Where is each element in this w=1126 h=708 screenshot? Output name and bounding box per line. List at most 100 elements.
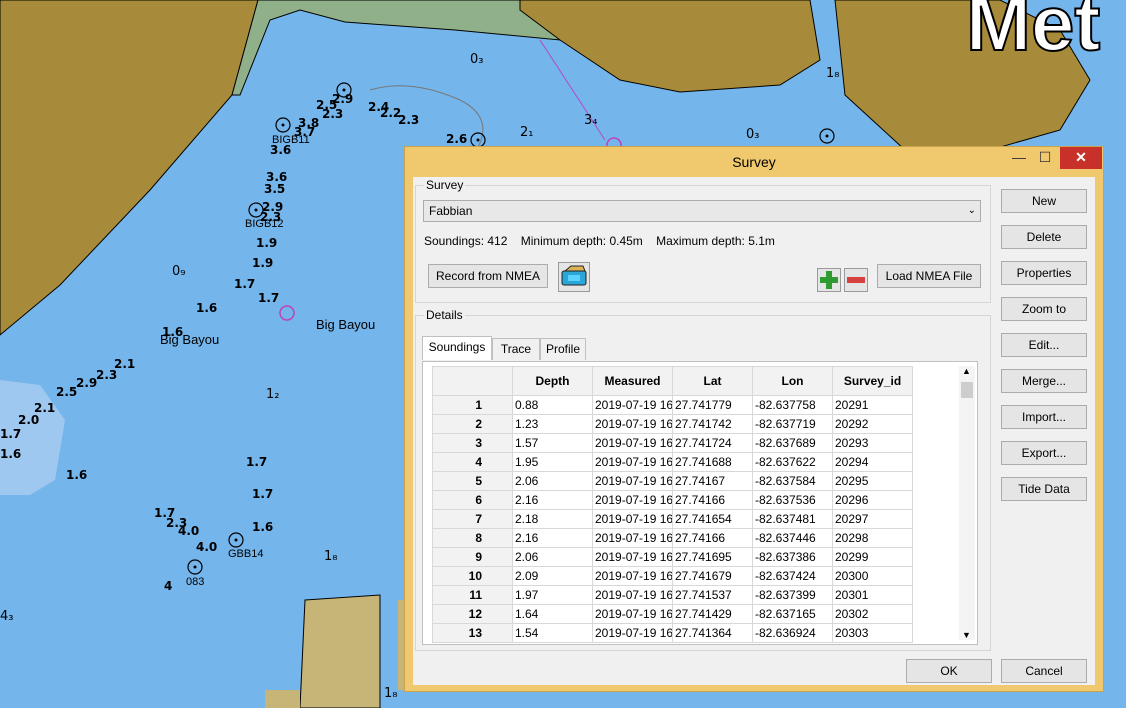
table-row[interactable]: 10 2.09 2019-07-19 16: 27.741679 -82.637424 2…	[432, 566, 951, 586]
soundings-table[interactable]: Depth Measured Lat Lon Survey_id 1 0.88 20…	[432, 366, 951, 643]
row-header[interactable]: 11	[432, 585, 513, 605]
cell-measured[interactable]: 2019-07-19 16:	[592, 528, 673, 548]
add-survey-button[interactable]	[817, 268, 841, 292]
cell-lat[interactable]: 27.741679	[672, 566, 753, 586]
cell-lon[interactable]: -82.637689	[752, 433, 833, 453]
tide-data-button[interactable]: Tide Data	[1001, 477, 1087, 501]
cell-survey-id[interactable]: 20301	[832, 585, 913, 605]
minimize-button[interactable]: —	[1006, 147, 1032, 169]
cell-measured[interactable]: 2019-07-19 16:	[592, 395, 673, 415]
cell-measured[interactable]: 2019-07-19 16:	[592, 604, 673, 624]
row-header[interactable]: 13	[432, 623, 513, 643]
cell-depth[interactable]: 2.06	[512, 547, 593, 567]
cell-depth[interactable]: 1.95	[512, 452, 593, 472]
vertical-scrollbar[interactable]: ▲ ▼	[959, 366, 975, 640]
table-row[interactable]: 6 2.16 2019-07-19 16: 27.74166 -82.637536 202…	[432, 490, 951, 510]
table-row[interactable]: 3 1.57 2019-07-19 16: 27.741724 -82.637689 20…	[432, 433, 951, 453]
row-header[interactable]: 9	[432, 547, 513, 567]
cell-depth[interactable]: 1.54	[512, 623, 593, 643]
row-header[interactable]: 10	[432, 566, 513, 586]
cell-survey-id[interactable]: 20300	[832, 566, 913, 586]
title-bar[interactable]: Survey — ☐ ✕	[405, 147, 1103, 177]
cell-lat[interactable]: 27.741429	[672, 604, 753, 624]
cell-lon[interactable]: -82.637481	[752, 509, 833, 529]
close-button[interactable]: ✕	[1060, 147, 1102, 169]
record-nmea-button[interactable]: Record from NMEA	[428, 264, 548, 288]
cell-survey-id[interactable]: 20303	[832, 623, 913, 643]
column-header-survey-id[interactable]: Survey_id	[832, 366, 913, 396]
cell-measured[interactable]: 2019-07-19 16:	[592, 566, 673, 586]
cell-lat[interactable]: 27.74167	[672, 471, 753, 491]
export-button[interactable]: Export...	[1001, 441, 1087, 465]
remove-survey-button[interactable]	[844, 268, 868, 292]
row-header[interactable]: 2	[432, 414, 513, 434]
cell-lat[interactable]: 27.741364	[672, 623, 753, 643]
cell-survey-id[interactable]: 20294	[832, 452, 913, 472]
cell-lat[interactable]: 27.741779	[672, 395, 753, 415]
load-nmea-button[interactable]: Load NMEA File	[877, 264, 981, 288]
column-header-lon[interactable]: Lon	[752, 366, 833, 396]
merge-button[interactable]: Merge...	[1001, 369, 1087, 393]
cell-lon[interactable]: -82.637399	[752, 585, 833, 605]
cell-lon[interactable]: -82.637424	[752, 566, 833, 586]
properties-button[interactable]: Properties	[1001, 261, 1087, 285]
cell-lat[interactable]: 27.741695	[672, 547, 753, 567]
cell-lat[interactable]: 27.741537	[672, 585, 753, 605]
survey-select[interactable]: Fabbian ⌄	[423, 200, 981, 222]
table-row[interactable]: 4 1.95 2019-07-19 16: 27.741688 -82.637622 20…	[432, 452, 951, 472]
new-button[interactable]: New	[1001, 189, 1087, 213]
cell-measured[interactable]: 2019-07-19 16:	[592, 547, 673, 567]
edit-button[interactable]: Edit...	[1001, 333, 1087, 357]
table-row[interactable]: 8 2.16 2019-07-19 16: 27.74166 -82.637446 202…	[432, 528, 951, 548]
zoom-to-button[interactable]: Zoom to	[1001, 297, 1087, 321]
column-header-depth[interactable]: Depth	[512, 366, 593, 396]
delete-button[interactable]: Delete	[1001, 225, 1087, 249]
table-row[interactable]: 11 1.97 2019-07-19 16: 27.741537 -82.637399 2…	[432, 585, 951, 605]
row-header[interactable]: 7	[432, 509, 513, 529]
cell-survey-id[interactable]: 20292	[832, 414, 913, 434]
import-button[interactable]: Import...	[1001, 405, 1087, 429]
cell-lon[interactable]: -82.636924	[752, 623, 833, 643]
cell-survey-id[interactable]: 20298	[832, 528, 913, 548]
tab-trace[interactable]: Trace	[492, 338, 540, 360]
cell-lat[interactable]: 27.741654	[672, 509, 753, 529]
tab-soundings[interactable]: Soundings	[422, 336, 492, 360]
cell-lon[interactable]: -82.637165	[752, 604, 833, 624]
cell-lat[interactable]: 27.741724	[672, 433, 753, 453]
cell-measured[interactable]: 2019-07-19 16:	[592, 452, 673, 472]
cell-depth[interactable]: 1.97	[512, 585, 593, 605]
row-header[interactable]: 6	[432, 490, 513, 510]
cell-lat[interactable]: 27.741742	[672, 414, 753, 434]
table-row[interactable]: 12 1.64 2019-07-19 16: 27.741429 -82.637165 2…	[432, 604, 951, 624]
cell-measured[interactable]: 2019-07-19 16:	[592, 490, 673, 510]
cell-lat[interactable]: 27.74166	[672, 528, 753, 548]
cell-lon[interactable]: -82.637386	[752, 547, 833, 567]
cell-survey-id[interactable]: 20293	[832, 433, 913, 453]
row-header[interactable]: 4	[432, 452, 513, 472]
column-header-measured[interactable]: Measured	[592, 366, 673, 396]
cell-depth[interactable]: 2.09	[512, 566, 593, 586]
cell-measured[interactable]: 2019-07-19 16:	[592, 509, 673, 529]
cell-lon[interactable]: -82.637446	[752, 528, 833, 548]
row-header[interactable]: 3	[432, 433, 513, 453]
cell-depth[interactable]: 1.57	[512, 433, 593, 453]
cell-lon[interactable]: -82.637584	[752, 471, 833, 491]
column-header-lat[interactable]: Lat	[672, 366, 753, 396]
maximize-button[interactable]: ☐	[1032, 147, 1058, 169]
tab-profile[interactable]: Profile	[540, 338, 586, 360]
cell-survey-id[interactable]: 20296	[832, 490, 913, 510]
row-header[interactable]: 1	[432, 395, 513, 415]
cell-survey-id[interactable]: 20291	[832, 395, 913, 415]
table-row[interactable]: 9 2.06 2019-07-19 16: 27.741695 -82.637386 20…	[432, 547, 951, 567]
cell-lon[interactable]: -82.637758	[752, 395, 833, 415]
table-row[interactable]: 7 2.18 2019-07-19 16: 27.741654 -82.637481 20…	[432, 509, 951, 529]
table-row[interactable]: 5 2.06 2019-07-19 16: 27.74167 -82.637584 202…	[432, 471, 951, 491]
cell-depth[interactable]: 2.18	[512, 509, 593, 529]
cell-survey-id[interactable]: 20302	[832, 604, 913, 624]
cell-lon[interactable]: -82.637536	[752, 490, 833, 510]
corner-cell[interactable]	[432, 366, 513, 396]
cell-lat[interactable]: 27.74166	[672, 490, 753, 510]
cell-measured[interactable]: 2019-07-19 16:	[592, 471, 673, 491]
table-row[interactable]: 13 1.54 2019-07-19 16: 27.741364 -82.636924 2…	[432, 623, 951, 643]
cell-measured[interactable]: 2019-07-19 16:	[592, 623, 673, 643]
